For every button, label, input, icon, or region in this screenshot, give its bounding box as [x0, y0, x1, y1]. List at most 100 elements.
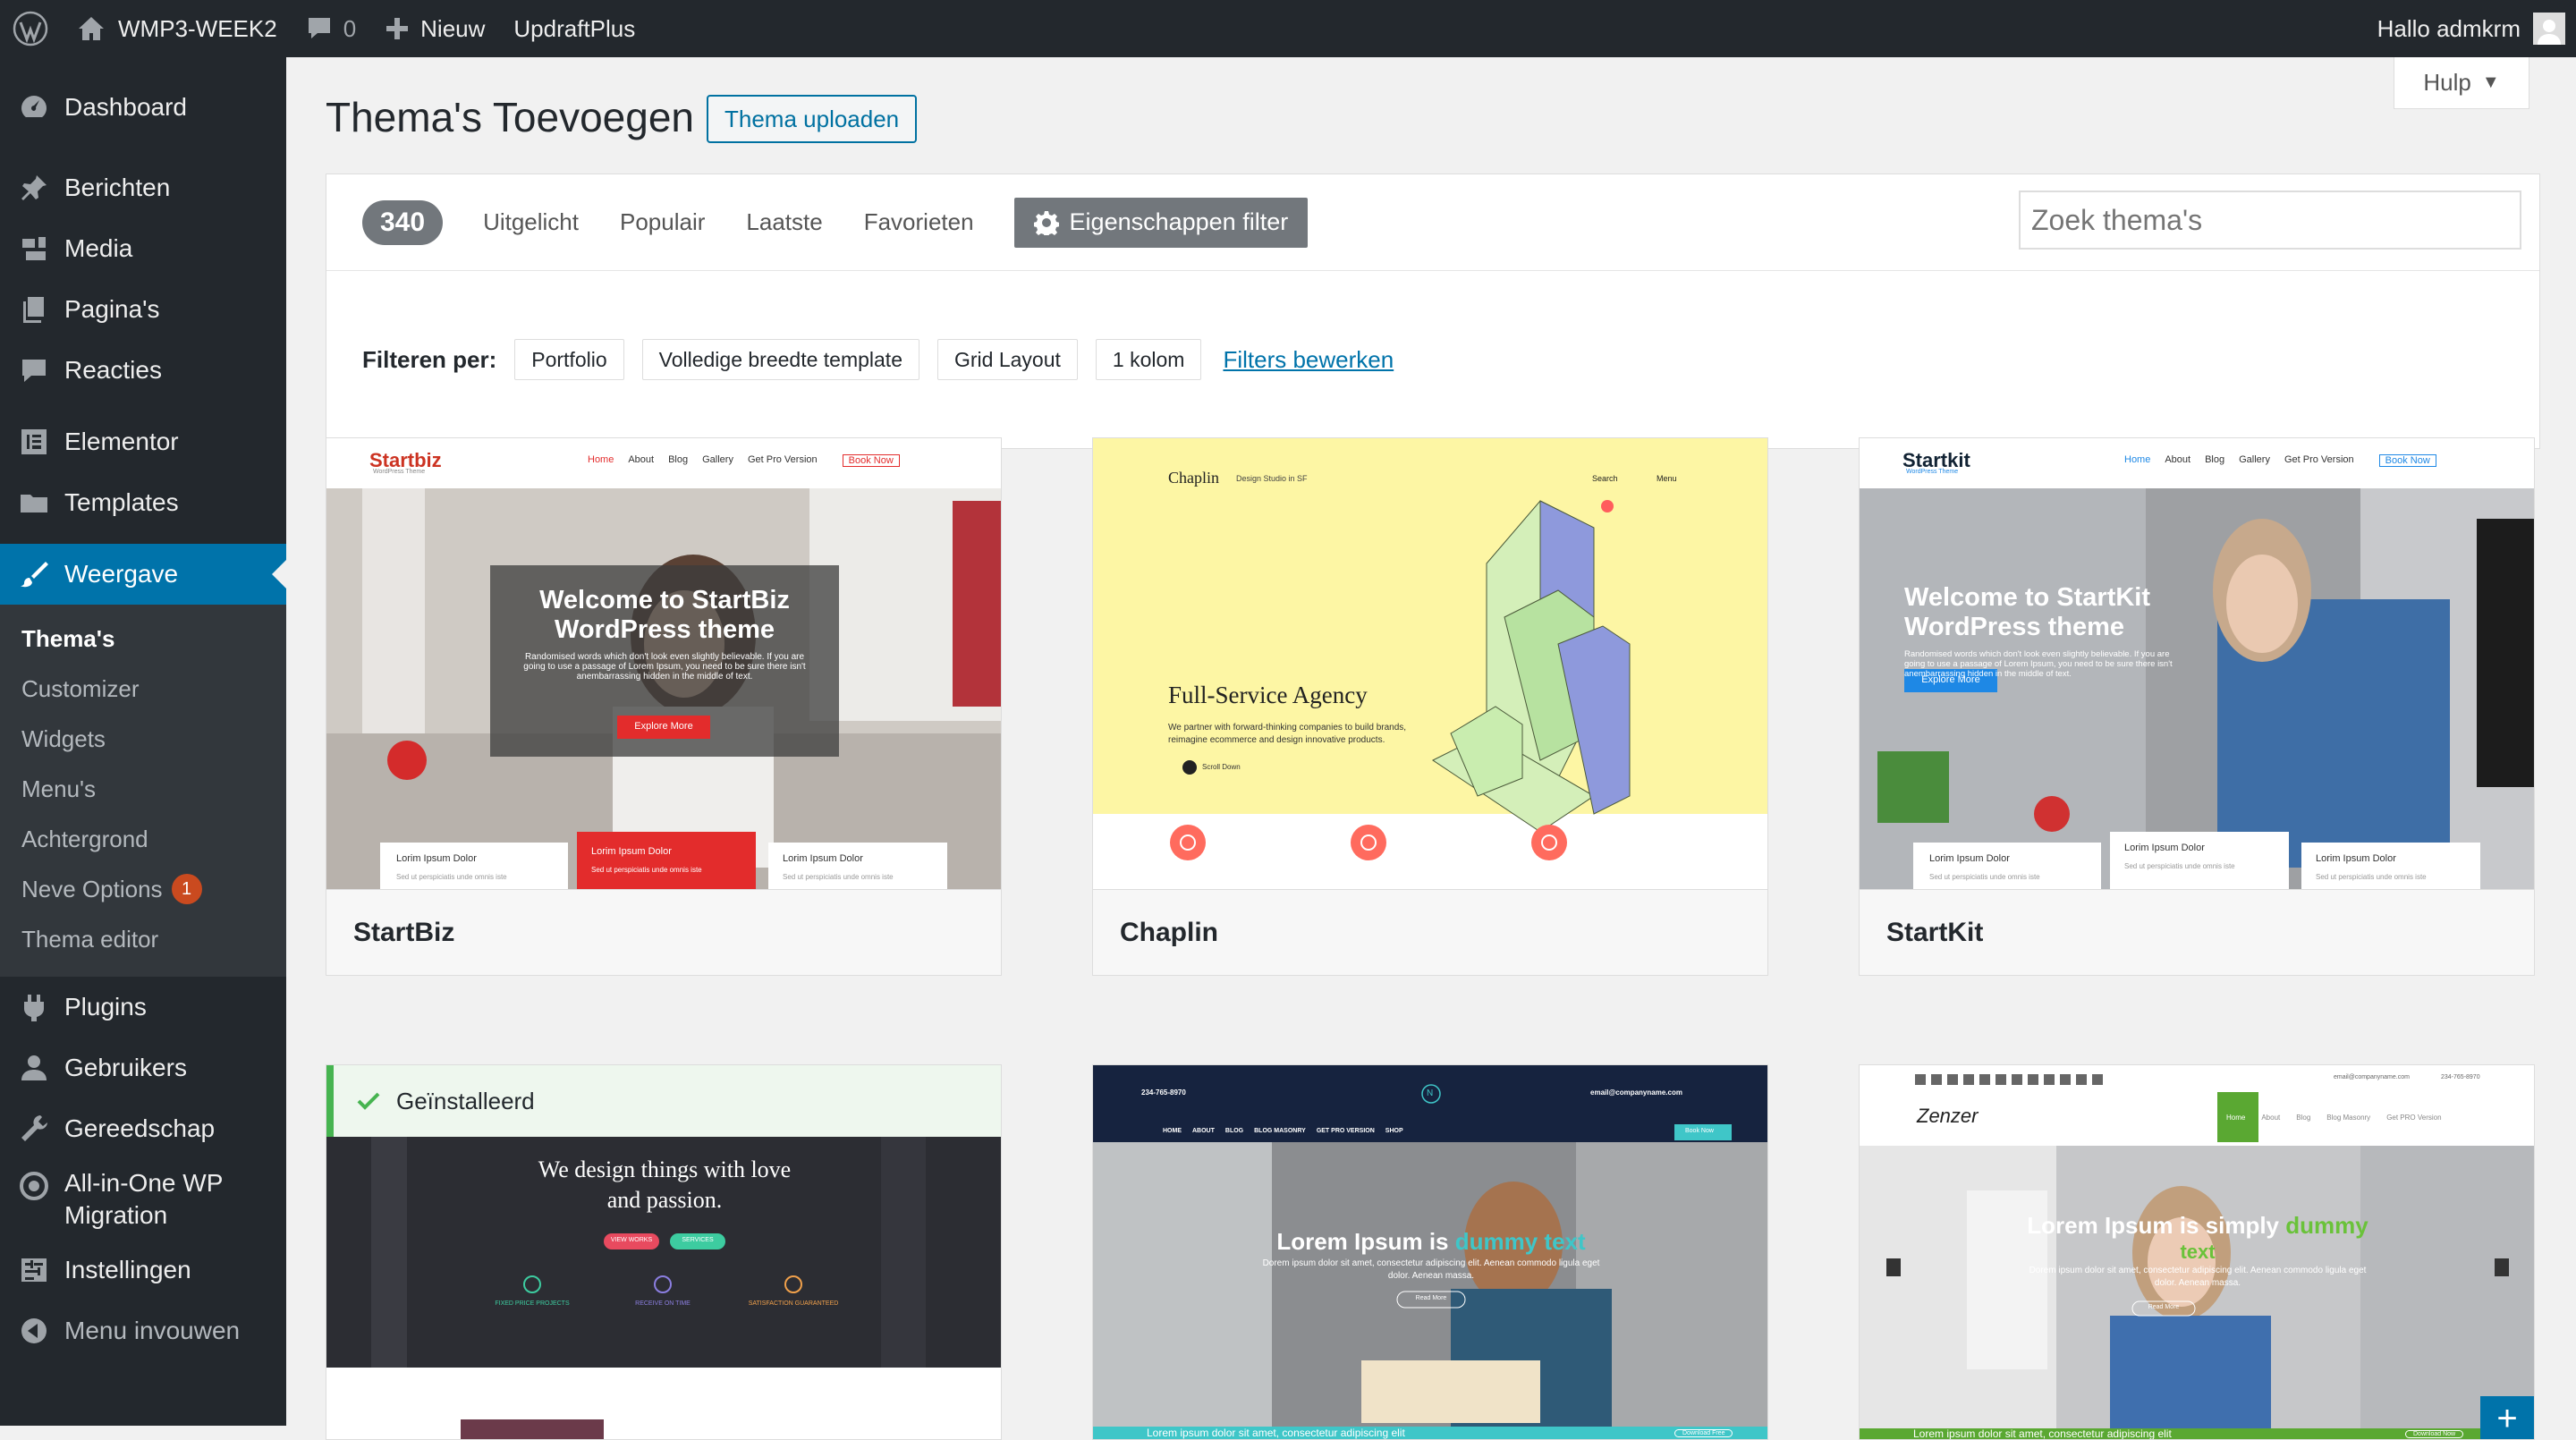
my-account-link[interactable]: Hallo admkrm: [2363, 0, 2576, 57]
menu-plugins[interactable]: Plugins: [0, 977, 286, 1038]
help-tab[interactable]: Hulp ▼: [2394, 57, 2529, 109]
preview-nav-item: ABOUT: [1192, 1128, 1215, 1134]
preview-feature-title: Lorim Ipsum Dolor: [1929, 853, 2010, 864]
tab-favorieten[interactable]: Favorieten: [843, 208, 995, 236]
preview-email: email@companyname.com: [1590, 1088, 1682, 1097]
menu-label: Gereedschap: [64, 1114, 216, 1142]
preview-feature: Lorim Ipsum Dolor Sed ut perspiciatis und…: [2316, 853, 2427, 881]
preview-footer-text: Lorem ipsum dolor sit amet, consectetur …: [1147, 1427, 1405, 1439]
preview-nav-item: Blog: [2296, 1114, 2311, 1122]
feature-filter-button[interactable]: Eigenschappen filter: [1013, 197, 1309, 248]
preview-button: VIEW WORKS: [610, 1237, 653, 1243]
preview-feature: Lorim Ipsum Dolor Sed ut perspiciatis und…: [783, 853, 894, 881]
theme-card-n-theme[interactable]: 234-765-8970 N email@companyname.com HOM…: [1092, 1064, 1768, 1440]
elementor-icon: [16, 424, 52, 460]
submenu-label: Neve Options: [21, 875, 163, 902]
theme-screenshot[interactable]: Chaplin Design Studio in SF Search Menu …: [1093, 438, 1767, 889]
collapse-icon: [16, 1313, 52, 1349]
preview-button: Explore More: [1921, 674, 1980, 685]
filter-chip-full-width[interactable]: Volledige breedte template: [641, 339, 919, 380]
menu-media[interactable]: Media: [0, 218, 286, 279]
theme-card-installed[interactable]: Geïnstalleerd We design things with love…: [326, 1064, 1002, 1440]
caret-down-icon: ▼: [2481, 72, 2500, 92]
theme-name: StartBiz: [326, 889, 1001, 975]
site-name-link[interactable]: WMP3-WEEK2: [63, 0, 292, 57]
menu-label: Reacties: [64, 356, 162, 384]
theme-screenshot[interactable]: Startkit WordPress Theme Home About Blog…: [1860, 438, 2534, 889]
menu-all-in-one-migration[interactable]: All-in-One WP Migration: [0, 1159, 286, 1240]
preview-nav-item: Home: [588, 454, 614, 465]
add-button[interactable]: +: [2480, 1396, 2534, 1439]
theme-card-startbiz[interactable]: Startbiz WordPress Theme Home About Blog…: [326, 437, 1002, 976]
menu-reacties[interactable]: Reacties: [0, 340, 286, 401]
home-icon: [79, 17, 104, 40]
preview-nav-item: Home: [2124, 454, 2151, 465]
preview-hero-text: Welcome to StartKit WordPress theme Rand…: [1904, 583, 2262, 679]
updraftplus-link[interactable]: UpdraftPlus: [499, 0, 649, 57]
folder-icon: [16, 485, 52, 521]
menu-label: Instellingen: [64, 1256, 191, 1283]
preview-text: Dorem ipsum dolor sit amet, consectetur …: [2029, 1266, 2367, 1275]
preview-logo: N: [1427, 1088, 1434, 1098]
theme-card-chaplin[interactable]: Chaplin Design Studio in SF Search Menu …: [1092, 437, 1768, 976]
menu-berichten[interactable]: Berichten: [0, 157, 286, 218]
preview-text: Randomised words which don't look even s…: [1904, 649, 2170, 659]
dashboard-icon: [16, 89, 52, 125]
theme-screenshot[interactable]: 234-765-8970 N email@companyname.com HOM…: [1093, 1065, 1767, 1439]
new-content-link[interactable]: Nieuw: [370, 0, 499, 57]
submenu-achtergrond[interactable]: Achtergrond: [0, 814, 286, 864]
comments-icon: [16, 352, 52, 388]
active-filters-row: Filteren per: Portfolio Volledige breedt…: [326, 271, 2539, 448]
filter-chip-grid-layout[interactable]: Grid Layout: [937, 339, 1078, 380]
submenu-menus[interactable]: Menu's: [0, 764, 286, 814]
preview-text: We partner with forward-thinking compani…: [1168, 723, 1407, 733]
theme-screenshot[interactable]: email@companyname.com 234-765-8970 Zenze…: [1860, 1065, 2534, 1439]
theme-screenshot[interactable]: We design things with love and passion. …: [326, 1137, 1001, 1439]
preview-tagline: Design Studio in SF: [1236, 474, 1308, 483]
upload-theme-button[interactable]: Thema uploaden: [707, 95, 918, 143]
filter-chip-portfolio[interactable]: Portfolio: [514, 339, 624, 380]
wordpress-logo-button[interactable]: [0, 0, 63, 57]
installed-label: Geïnstalleerd: [396, 1087, 535, 1114]
menu-elementor[interactable]: Elementor: [0, 411, 286, 472]
preview-download-button: Download Now: [2405, 1430, 2464, 1438]
new-label: Nieuw: [420, 14, 486, 42]
submenu-neve-options[interactable]: Neve Options 1: [0, 864, 286, 914]
preview-nav-item: Blog Masonry: [2326, 1114, 2371, 1122]
preview-heading-highlight: dummy text: [1454, 1228, 1586, 1255]
page-title: Thema's Toevoegen: [326, 94, 694, 140]
menu-gebruikers[interactable]: Gebruikers: [0, 1038, 286, 1098]
tab-uitgelicht[interactable]: Uitgelicht: [462, 208, 599, 236]
tab-populair[interactable]: Populair: [599, 208, 725, 236]
main-content: Hulp ▼ Thema's Toevoegen Thema uploaden 3…: [286, 57, 2576, 1440]
preview-nav-item: Blog: [2205, 454, 2225, 465]
theme-search-input[interactable]: [2019, 191, 2521, 250]
menu-instellingen[interactable]: Instellingen: [0, 1240, 286, 1300]
menu-templates[interactable]: Templates: [0, 472, 286, 533]
menu-collapse[interactable]: Menu invouwen: [0, 1300, 286, 1361]
filter-chip-one-column[interactable]: 1 kolom: [1095, 339, 1202, 380]
submenu-customizer[interactable]: Customizer: [0, 664, 286, 714]
submenu-themas[interactable]: Thema's: [0, 614, 286, 664]
preview-text: Randomised words which don't look even s…: [524, 652, 805, 662]
comment-icon: [308, 18, 330, 38]
menu-paginas[interactable]: Pagina's: [0, 279, 286, 340]
submenu-thema-editor[interactable]: Thema editor: [0, 914, 286, 964]
menu-dashboard[interactable]: Dashboard: [0, 77, 286, 138]
tab-laatste[interactable]: Laatste: [725, 208, 843, 236]
theme-card-startkit[interactable]: Startkit WordPress Theme Home About Blog…: [1859, 437, 2535, 976]
menu-weergave[interactable]: Weergave: [0, 544, 286, 605]
installed-notice: Geïnstalleerd: [326, 1065, 1001, 1137]
theme-screenshot[interactable]: Startbiz WordPress Theme Home About Blog…: [326, 438, 1001, 889]
edit-filters-link[interactable]: Filters bewerken: [1223, 346, 1394, 374]
submenu-widgets[interactable]: Widgets: [0, 714, 286, 764]
preview-logo-sub: WordPress Theme: [373, 469, 426, 475]
theme-card-zenzer[interactable]: email@companyname.com 234-765-8970 Zenze…: [1859, 1064, 2535, 1440]
comments-link[interactable]: 0: [292, 0, 370, 57]
preview-feature: Lorim Ipsum Dolor Sed ut perspiciatis und…: [591, 846, 702, 874]
preview-download-button: Download Free: [1674, 1429, 1733, 1437]
admin-sidebar: Dashboard Berichten Media Pagina's React…: [0, 57, 286, 1426]
preview-nav-item: SHOP: [1385, 1128, 1403, 1134]
preview-feature-sub: Sed ut perspiciatis unde omnis iste: [2124, 862, 2235, 870]
menu-gereedschap[interactable]: Gereedschap: [0, 1098, 286, 1159]
